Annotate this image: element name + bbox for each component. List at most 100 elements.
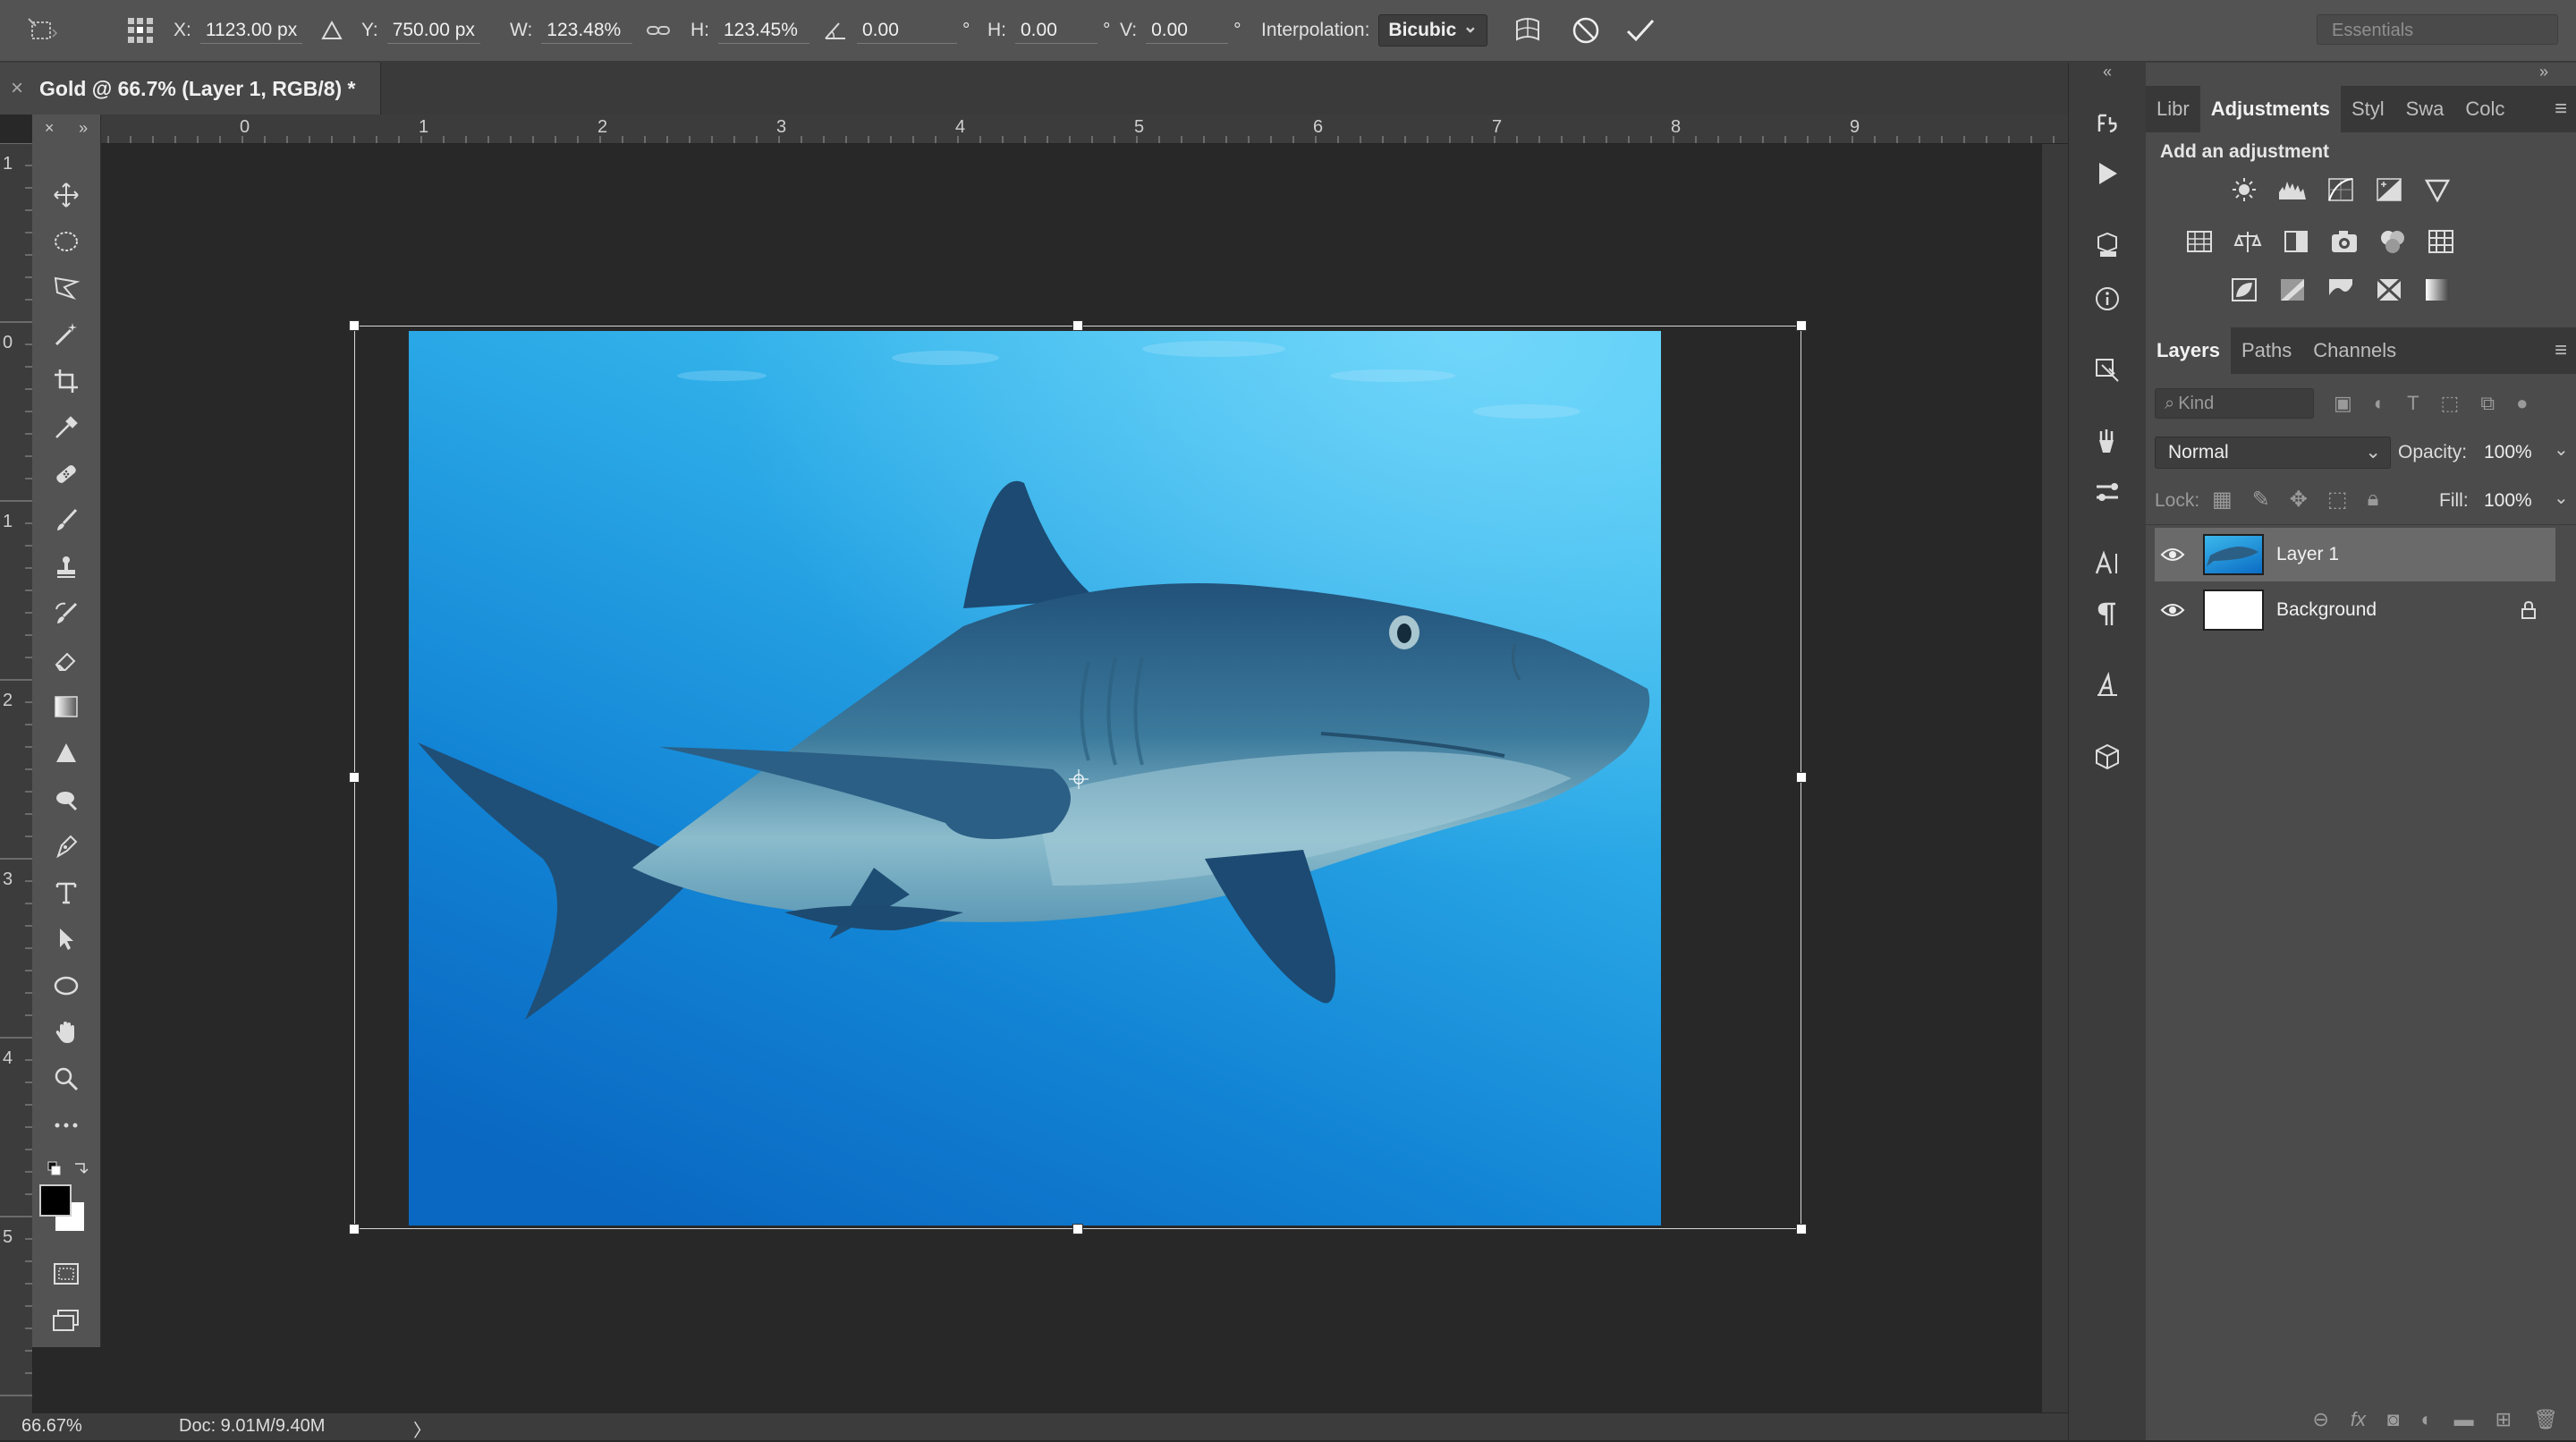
layer-name[interactable]: Background <box>2276 599 2377 621</box>
brush-settings-icon[interactable] <box>2069 417 2146 467</box>
clone-stamp-icon[interactable] <box>32 546 100 589</box>
layer-row-background[interactable]: Background <box>2155 583 2555 637</box>
workspace-dropdown[interactable]: Essentials <box>2317 14 2558 45</box>
add-mask-icon[interactable]: ◙ <box>2387 1408 2399 1431</box>
3d-materials-icon[interactable] <box>2069 220 2146 270</box>
clone-source-icon[interactable] <box>2069 345 2146 395</box>
eyedropper-icon[interactable] <box>32 406 100 449</box>
delta-icon[interactable] <box>320 0 343 61</box>
layer-name[interactable]: Layer 1 <box>2276 544 2339 565</box>
background-thumbnail[interactable] <box>2203 590 2264 631</box>
pen-icon[interactable] <box>32 825 100 868</box>
posterize-icon[interactable] <box>2276 274 2309 306</box>
new-adjustment-icon[interactable]: ◐ <box>2420 1408 2432 1431</box>
tab-adjustments[interactable]: Adjustments <box>2199 86 2341 132</box>
photo-filter-icon[interactable] <box>2328 225 2360 258</box>
filter-shape-icon[interactable]: ⬚ <box>2441 392 2460 415</box>
filter-toggle-icon[interactable]: ● <box>2516 392 2528 415</box>
collapse-toolbar-icon[interactable]: × <box>45 119 55 138</box>
foreground-color-swatch[interactable] <box>39 1184 72 1217</box>
levels-icon[interactable] <box>2276 174 2309 206</box>
healing-brush-icon[interactable] <box>32 453 100 496</box>
layer-1-thumbnail[interactable] <box>2203 534 2264 575</box>
transform-handle-top[interactable] <box>1072 320 1083 331</box>
threshold-icon[interactable] <box>2325 274 2357 306</box>
paragraph-icon[interactable] <box>2069 589 2146 639</box>
filter-smart-object-icon[interactable]: ⧉ <box>2480 392 2495 415</box>
height-field[interactable]: 123.45% <box>718 18 809 44</box>
filter-pixel-icon[interactable]: ▣ <box>2334 392 2352 415</box>
glyphs-icon[interactable] <box>2069 660 2146 710</box>
commit-icon[interactable] <box>1624 0 1657 61</box>
layer-row-layer-1[interactable]: Layer 1 <box>2155 528 2555 581</box>
history-brush-icon[interactable] <box>32 592 100 635</box>
character-icon[interactable] <box>2069 539 2146 589</box>
color-balance-icon[interactable] <box>2232 225 2264 258</box>
lock-artboard-icon[interactable]: ⬚ <box>2327 487 2348 513</box>
path-selection-icon[interactable] <box>32 918 100 961</box>
new-group-icon[interactable]: ▬ <box>2454 1408 2474 1431</box>
gradient-map-icon[interactable] <box>2421 274 2453 306</box>
opacity-chevron-icon[interactable]: ⌄ <box>2554 438 2569 461</box>
3d-icon[interactable] <box>2069 732 2146 782</box>
visibility-eye-icon[interactable] <box>2155 602 2190 618</box>
black-white-icon[interactable] <box>2280 225 2312 258</box>
fx-icon[interactable]: fx <box>2351 1408 2366 1431</box>
tab-libraries[interactable]: Libr <box>2146 86 2200 132</box>
exposure-icon[interactable] <box>2373 174 2405 206</box>
panel-menu-icon[interactable]: ≡ <box>2555 97 2567 122</box>
blend-mode-dropdown[interactable]: Normal ⌄ <box>2155 437 2391 469</box>
polygonal-lasso-icon[interactable] <box>32 267 100 310</box>
curves-icon[interactable] <box>2325 174 2357 206</box>
vertical-scrollbar[interactable] <box>2042 144 2068 1412</box>
tab-styles[interactable]: Styl <box>2341 86 2395 132</box>
new-layer-icon[interactable]: ⊞ <box>2496 1408 2512 1431</box>
lock-image-icon[interactable]: ✎ <box>2252 487 2270 513</box>
collapse-dock-icon[interactable]: » <box>2539 63 2548 81</box>
document-tab[interactable]: × Gold @ 66.7% (Layer 1, RGB/8) * <box>0 63 381 115</box>
invert-icon[interactable] <box>2228 274 2260 306</box>
selective-color-icon[interactable] <box>2373 274 2405 306</box>
info-icon[interactable] <box>2069 274 2146 324</box>
actions-play-icon[interactable] <box>2069 148 2146 199</box>
gradient-icon[interactable] <box>32 685 100 728</box>
tab-layers[interactable]: Layers <box>2146 327 2231 374</box>
x-field[interactable]: 1123.00 px <box>199 18 303 44</box>
blur-icon[interactable] <box>32 732 100 775</box>
brush-icon[interactable] <box>32 499 100 542</box>
filter-adjustment-icon[interactable]: ◐ <box>2374 392 2385 415</box>
transform-tool-icon[interactable] <box>27 0 59 61</box>
channel-mixer-icon[interactable] <box>2377 225 2409 258</box>
transform-handle-bottom[interactable] <box>1072 1224 1083 1234</box>
brush-presets-icon[interactable] <box>2069 467 2146 517</box>
screen-mode-icon[interactable] <box>32 1299 100 1342</box>
lock-transparent-icon[interactable]: ▦ <box>2212 487 2233 513</box>
cancel-icon[interactable] <box>1571 0 1601 61</box>
fill-field[interactable]: 100% <box>2484 490 2532 512</box>
zoom-icon[interactable] <box>32 1057 100 1100</box>
reference-point-icon[interactable] <box>125 0 156 61</box>
elliptical-marquee-icon[interactable] <box>32 220 100 263</box>
transform-handle-left[interactable] <box>349 772 360 783</box>
more-tools-icon[interactable] <box>32 1104 100 1147</box>
tab-color[interactable]: Colc <box>2454 86 2515 132</box>
lock-all-icon[interactable]: 🔒︎ <box>2368 487 2379 513</box>
vibrance-icon[interactable] <box>2421 174 2453 206</box>
fill-chevron-icon[interactable]: ⌄ <box>2554 487 2569 509</box>
transform-handle-bottom-left[interactable] <box>349 1224 360 1234</box>
opacity-field[interactable]: 100% <box>2484 442 2532 463</box>
dodge-icon[interactable] <box>32 778 100 821</box>
tab-paths[interactable]: Paths <box>2231 327 2302 374</box>
layers-menu-icon[interactable]: ≡ <box>2555 338 2567 363</box>
collapse-panels-icon[interactable]: « <box>2069 63 2146 81</box>
visibility-eye-icon[interactable] <box>2155 547 2190 563</box>
lock-icon[interactable] <box>2520 600 2538 620</box>
layer-filter-dropdown[interactable]: ⌕ Kind <box>2155 388 2314 419</box>
delete-layer-icon[interactable]: 🗑︎ <box>2533 1408 2558 1431</box>
history-icon[interactable] <box>2069 98 2146 148</box>
zoom-level[interactable]: 66.67% <box>21 1416 82 1437</box>
brightness-contrast-icon[interactable] <box>2228 174 2260 206</box>
filter-type-icon[interactable]: T <box>2407 392 2419 415</box>
ellipse-shape-icon[interactable] <box>32 964 100 1007</box>
interpolation-dropdown[interactable]: Bicubic <box>1378 14 1488 47</box>
